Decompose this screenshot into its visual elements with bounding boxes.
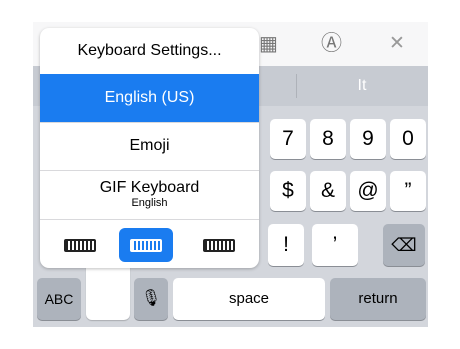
keyboard-left-icon xyxy=(64,239,96,252)
gif-keyboard-label: GIF Keyboard xyxy=(99,179,200,196)
key-quote[interactable]: ” xyxy=(390,171,426,211)
key-ampersand[interactable]: & xyxy=(310,171,346,211)
key-exclamation[interactable]: ! xyxy=(268,224,304,266)
menu-divider xyxy=(40,219,259,220)
key-9[interactable]: 9 xyxy=(350,119,386,159)
keyboard-menu: Keyboard Settings... English (US) Emoji … xyxy=(40,28,259,268)
key-7[interactable]: 7 xyxy=(270,119,306,159)
keyboard-full-button[interactable] xyxy=(119,228,173,262)
key-apostrophe[interactable]: ’ xyxy=(312,224,358,266)
space-key[interactable]: space xyxy=(173,278,325,320)
menu-item-english-us[interactable]: English (US) xyxy=(40,74,259,122)
abc-key[interactable]: ABC xyxy=(37,278,81,320)
keyboard-full-icon xyxy=(130,239,162,252)
menu-item-gif-keyboard[interactable]: GIF Keyboard English xyxy=(40,171,259,219)
handwriting-icon[interactable]: Ⓐ xyxy=(321,33,342,55)
suggestion-item[interactable]: It xyxy=(296,66,428,106)
key-8[interactable]: 8 xyxy=(310,119,346,159)
table-icon[interactable]: ▦ xyxy=(259,33,278,55)
menu-item-emoji[interactable]: Emoji xyxy=(40,123,259,169)
key-at[interactable]: @ xyxy=(350,171,386,211)
return-key[interactable]: return xyxy=(330,278,426,320)
gif-keyboard-subtitle: English xyxy=(131,197,168,209)
keyboard-left-button[interactable] xyxy=(53,228,107,262)
globe-key-stem[interactable] xyxy=(86,262,130,320)
microphone-icon[interactable]: 🎙 xyxy=(134,278,168,320)
delete-key[interactable]: ⌫ xyxy=(383,224,425,266)
keyboard-right-icon xyxy=(203,239,235,252)
key-dollar[interactable]: $ xyxy=(270,171,306,211)
close-icon[interactable]: ✕ xyxy=(389,33,405,55)
menu-item-keyboard-settings[interactable]: Keyboard Settings... xyxy=(40,28,259,74)
keyboard-right-button[interactable] xyxy=(192,228,246,262)
key-0[interactable]: 0 xyxy=(390,119,426,159)
